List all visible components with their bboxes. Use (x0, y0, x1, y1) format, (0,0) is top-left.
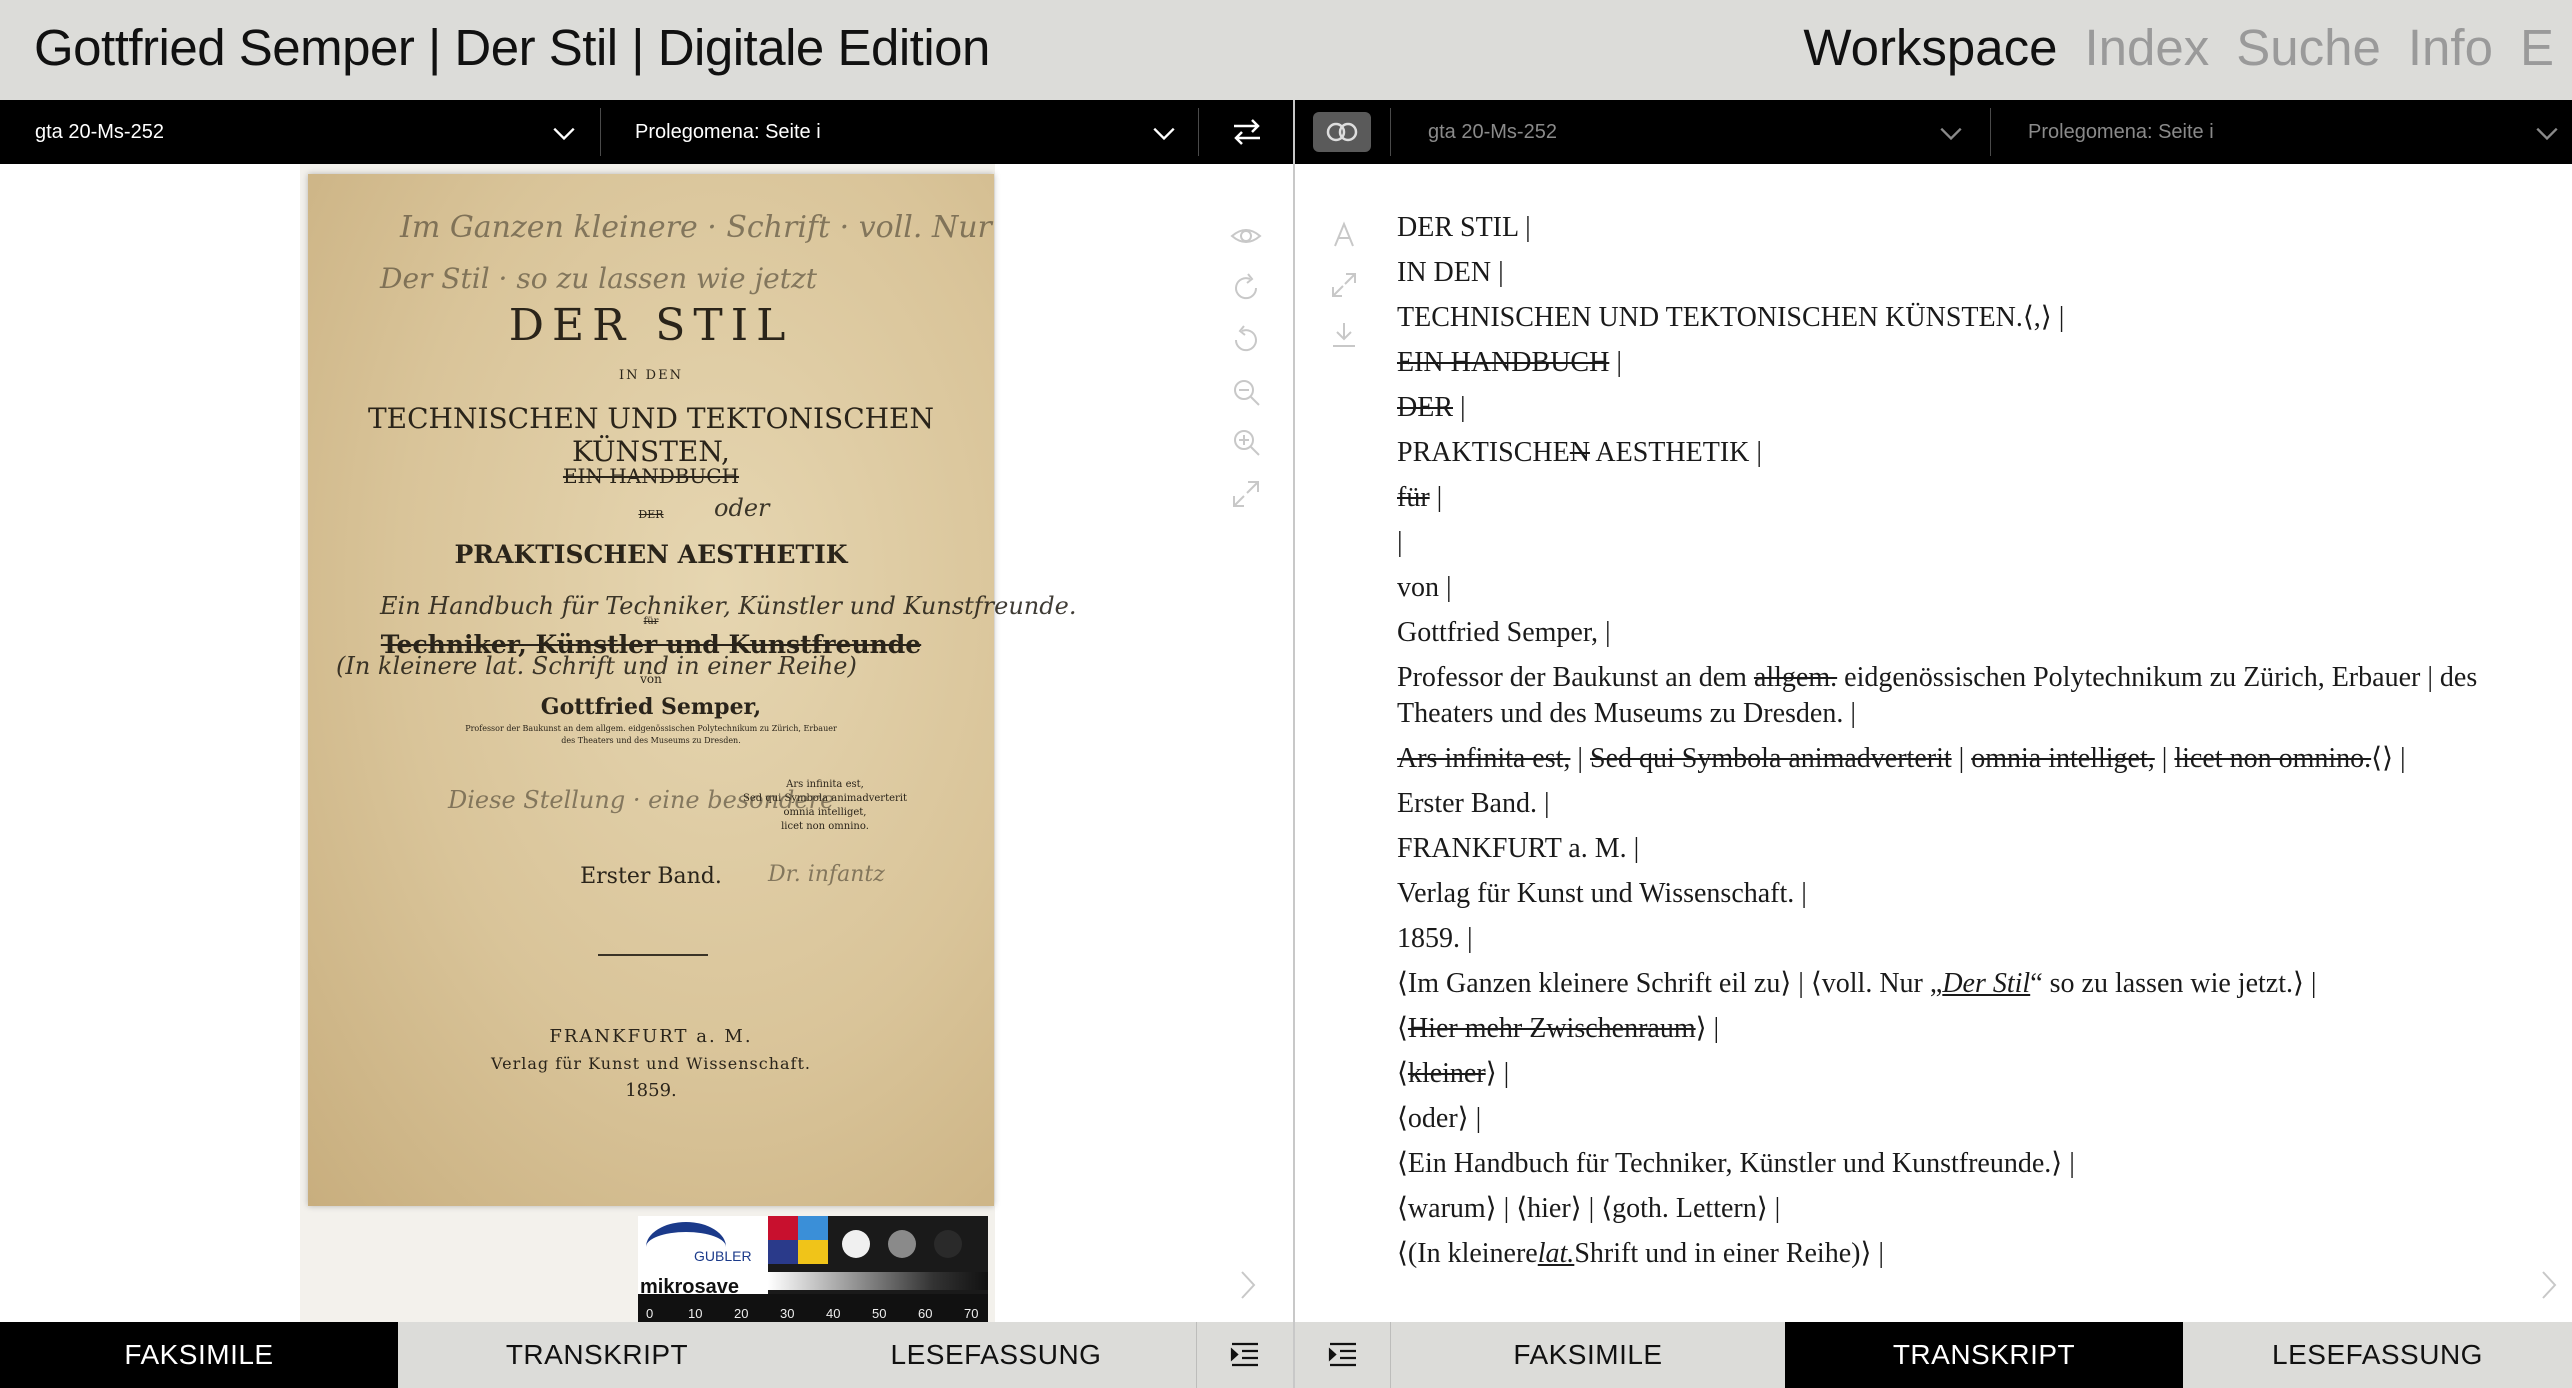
transcript-line: | (1397, 527, 1403, 558)
table-of-contents-icon (1328, 1342, 1356, 1367)
transcript-line: Ars infinita est, | Sed qui Symbola anim… (1397, 743, 2406, 774)
app-header: Gottfried Semper | Der Stil | Digitale E… (0, 0, 2572, 100)
right-manuscript-select[interactable]: gta 20-Ms-252 (1428, 100, 1973, 164)
chevron-down-icon (553, 127, 575, 141)
rotate-counterclockwise-icon[interactable] (1230, 324, 1262, 356)
nav-index[interactable]: Index (2085, 18, 2210, 77)
fullscreen-icon[interactable] (1230, 478, 1262, 510)
transcript-line: für | (1397, 482, 1443, 513)
zoom-out-icon[interactable] (1230, 376, 1262, 408)
chevron-down-icon (1940, 127, 1962, 141)
transcript-line: von | (1397, 572, 1452, 603)
transcript-text: DER STIL | IN DEN | TECHNISCHEN UND TEKTON… (1397, 210, 2527, 1281)
chevron-down-icon (2536, 127, 2558, 141)
left-page-label: Prolegomena: Seite i (635, 120, 821, 143)
transcript-line: EIN HANDBUCH | (1397, 347, 1622, 378)
transcript-line: ⟨warum⟩ | ⟨hier⟩ | ⟨goth. Lettern⟩ | (1397, 1193, 1781, 1224)
facsimile-pane: Im Ganzen kleinere · Schrift · voll. Nur… (0, 164, 1293, 1324)
transcript-line: ⟨Hier mehr Zwischenraum⟩ | (1397, 1013, 1720, 1044)
toolbar-separator (1390, 108, 1391, 156)
eye-icon[interactable] (1230, 220, 1262, 252)
link-button[interactable] (1313, 112, 1371, 152)
facsimile-city: FRANKFURT a. M. (549, 1026, 753, 1047)
nav-language[interactable]: E (2520, 18, 2554, 77)
transcript-line: IN DEN | (1397, 257, 1504, 288)
zoom-in-icon[interactable] (1230, 426, 1262, 458)
tab-faksimile-left[interactable]: FAKSIMILE (0, 1322, 398, 1388)
facsimile-handbuch: EIN HANDBUCH (562, 464, 740, 488)
tab-lesefassung-left[interactable]: LESEFASSUNG (796, 1322, 1196, 1388)
left-page-select[interactable]: Prolegomena: Seite i (635, 100, 1180, 164)
nav-suche[interactable]: Suche (2236, 18, 2381, 77)
facsimile-professor-2: des Theaters und des Museums zu Dresden. (561, 736, 741, 745)
facsimile-subtitle: TECHNISCHEN UND TEKTONISCHEN KÜNSTEN, (367, 402, 934, 468)
table-of-contents-icon (1230, 1342, 1258, 1367)
tab-transkript-right[interactable]: TRANSKRIPT (1785, 1322, 2183, 1388)
facsimile-in-den: IN DEN (619, 368, 683, 383)
facsimile-der: DER (638, 508, 664, 521)
nav-info[interactable]: Info (2408, 18, 2493, 77)
toc-button-left[interactable] (1196, 1322, 1293, 1388)
expand-icon[interactable] (1329, 270, 1359, 300)
facsimile-author: Gottfried Semper, (540, 694, 762, 720)
facsimile-year: 1859. (625, 1080, 677, 1101)
main-nav: Workspace Index Suche Info E (1803, 18, 2554, 77)
left-manuscript-label: gta 20-Ms-252 (35, 120, 164, 143)
transcript-line: ⟨Ein Handbuch für Techniker, Künstler un… (1397, 1148, 2075, 1179)
facsimile-title: DER STIL (508, 300, 794, 351)
facsimile-band: Erster Band. (580, 864, 722, 889)
transcript-pane: DER STIL | IN DEN | TECHNISCHEN UND TEKTON… (1295, 164, 2572, 1322)
facsimile-image[interactable]: Im Ganzen kleinere · Schrift · voll. Nur… (308, 174, 1076, 1206)
facsimile-fuer: für (643, 616, 659, 627)
facsimile-publisher: Verlag für Kunst und Wissenschaft. (491, 1054, 811, 1073)
transcript-line: ⟨kleiner⟩ | (1397, 1058, 1510, 1089)
download-icon[interactable] (1329, 320, 1359, 350)
facsimile-aesthetik: PRAKTISCHEN AESTHETIK (454, 540, 848, 569)
transcript-line: PRAKTISCHEN AESTHETIK | (1397, 437, 1762, 468)
transcript-line: ⟨Im Ganzen kleinere Schrift eil zu⟩ | ⟨v… (1397, 968, 2317, 999)
tab-faksimile-right[interactable]: FAKSIMILE (1391, 1322, 1785, 1388)
transcript-line: Gottfried Semper, | (1397, 617, 1611, 648)
transcript-line: Professor der Baukunst an dem allgem. ei… (1397, 662, 2478, 729)
left-toolbar: gta 20-Ms-252 Prolegomena: Seite i (0, 100, 1293, 164)
swap-arrows-icon[interactable] (1230, 116, 1264, 148)
toc-button-right[interactable] (1295, 1322, 1391, 1388)
right-view-tabs: FAKSIMILE TRANSKRIPT LESEFASSUNG (1295, 1322, 2572, 1388)
transcript-line: Verlag für Kunst und Wissenschaft. | (1397, 878, 1807, 909)
toolbar-separator (600, 108, 601, 156)
toolbar-separator (1990, 108, 1991, 156)
transcript-line: DER STIL | (1397, 212, 1531, 243)
transcript-line: 1859. | (1397, 923, 1473, 954)
site-title[interactable]: Gottfried Semper | Der Stil | Digitale E… (34, 18, 990, 77)
left-view-tabs: FAKSIMILE TRANSKRIPT LESEFASSUNG (0, 1322, 1293, 1388)
right-manuscript-label: gta 20-Ms-252 (1428, 120, 1557, 143)
transcript-line: ⟨oder⟩ | (1397, 1103, 1482, 1134)
right-page-select[interactable]: Prolegomena: Seite i (2028, 100, 2568, 164)
right-toolbar: gta 20-Ms-252 Prolegomena: Seite i (1295, 100, 2572, 164)
chevron-down-icon (1153, 127, 1175, 141)
toolbar-separator (1198, 108, 1199, 156)
rotate-clockwise-icon[interactable] (1230, 272, 1262, 304)
chevron-right-icon[interactable] (2537, 1268, 2561, 1302)
left-manuscript-select[interactable]: gta 20-Ms-252 (35, 100, 580, 164)
right-page-label: Prolegomena: Seite i (2028, 120, 2214, 143)
transcript-line: TECHNISCHEN UND TEKTONISCHEN KÜNSTEN.⟨,⟩… (1397, 302, 2065, 333)
tab-lesefassung-right[interactable]: LESEFASSUNG (2183, 1322, 2572, 1388)
link-icon (1326, 122, 1358, 142)
transcript-line: Erster Band. | (1397, 788, 1550, 819)
transcript-line: ⟨(In kleinerelat.Shrift und in einer Rei… (1397, 1238, 1884, 1269)
chevron-right-icon[interactable] (1236, 1268, 1260, 1302)
ruler-scale: 0 10 20 30 40 50 60 70 (638, 1294, 988, 1324)
color-calibration-chart: GUBLER mikrosave 0 10 20 30 40 50 60 70 (638, 1216, 988, 1324)
transcript-line: FRANKFURT a. M. | (1397, 833, 1640, 864)
facsimile-professor: Professor der Baukunst an dem allgem. ei… (465, 724, 837, 733)
font-size-icon[interactable] (1329, 220, 1359, 250)
transcript-line: DER | (1397, 392, 1466, 423)
tab-transkript-left[interactable]: TRANSKRIPT (398, 1322, 796, 1388)
nav-workspace[interactable]: Workspace (1803, 18, 2057, 77)
facsimile-von: von (640, 672, 662, 686)
